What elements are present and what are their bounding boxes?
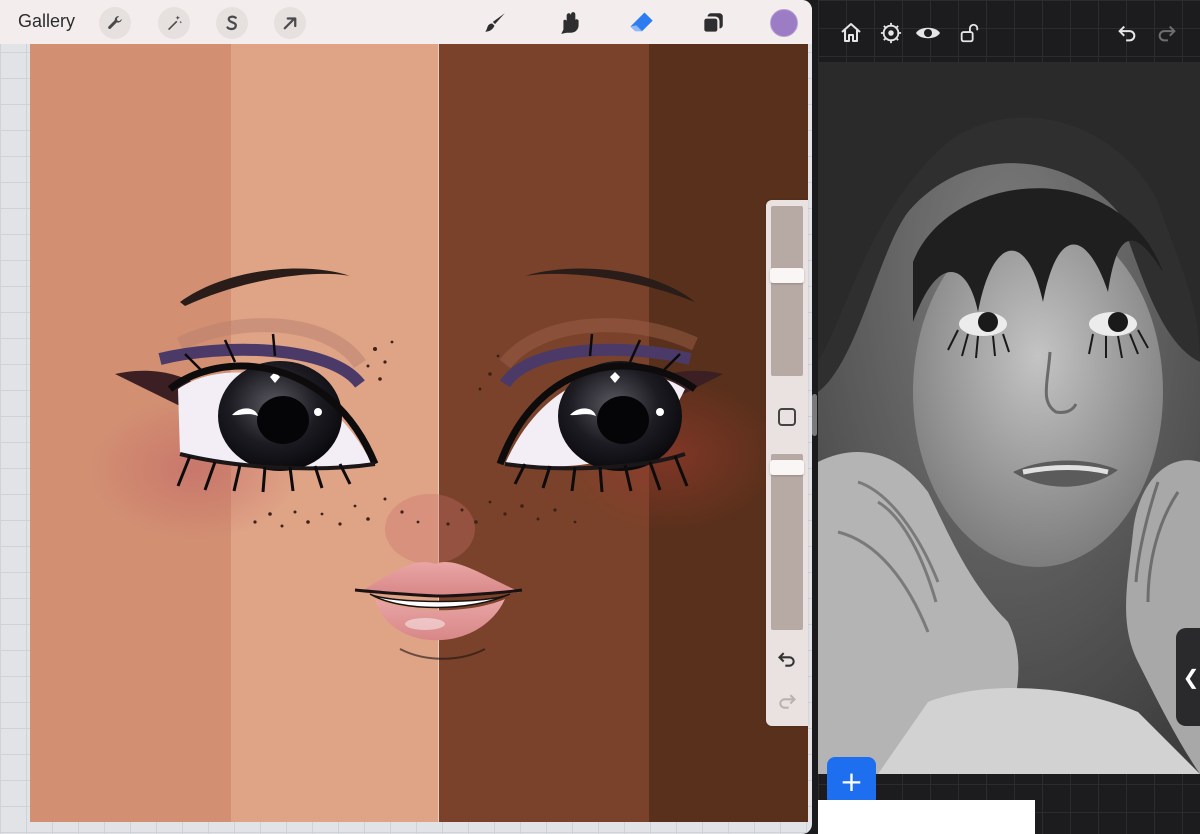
lips — [354, 562, 523, 660]
gallery-button[interactable]: Gallery — [18, 11, 75, 32]
reference-photo[interactable] — [818, 62, 1200, 774]
reference-toolbar — [818, 0, 1200, 62]
current-color-swatch[interactable] — [770, 9, 798, 37]
wrench-icon[interactable] — [99, 7, 131, 39]
procreate-toolbar: Gallery — [0, 0, 812, 44]
chevron-left-icon: ❮ — [1182, 665, 1200, 689]
drawing-canvas[interactable] — [30, 44, 808, 822]
eye-icon[interactable] — [915, 20, 941, 46]
opacity-thumb[interactable] — [770, 460, 804, 476]
collapse-panel-tab[interactable]: ❮ — [1176, 628, 1200, 726]
selection-s-icon[interactable] — [216, 7, 248, 39]
brush-sidebar — [766, 200, 808, 726]
undo-icon[interactable] — [1114, 20, 1140, 46]
eraser-icon[interactable] — [626, 8, 656, 38]
reference-app: + ❮ — [818, 0, 1200, 834]
split-view-handle[interactable] — [812, 394, 817, 436]
transform-arrow-icon[interactable] — [274, 7, 306, 39]
brush-size-thumb[interactable] — [770, 268, 804, 284]
settings-gear-icon[interactable] — [878, 20, 904, 46]
brush-icon[interactable] — [480, 8, 510, 38]
redo-icon[interactable] — [776, 690, 798, 712]
add-button[interactable]: + — [827, 757, 876, 806]
right-eyebrow — [525, 268, 695, 302]
undo-icon[interactable] — [776, 648, 798, 670]
home-icon[interactable] — [838, 20, 864, 46]
add-button-label: + — [839, 764, 864, 798]
procreate-app: Gallery — [0, 0, 812, 834]
opacity-slider[interactable] — [771, 454, 803, 630]
smudge-icon[interactable] — [556, 8, 586, 38]
redo-icon[interactable] — [1154, 20, 1180, 46]
white-panel — [818, 800, 1035, 834]
unlock-icon[interactable] — [956, 20, 982, 46]
brush-size-slider[interactable] — [771, 206, 803, 376]
magic-wand-icon[interactable] — [158, 7, 190, 39]
modify-square-icon[interactable] — [778, 408, 796, 426]
layers-icon[interactable] — [698, 8, 728, 38]
face-illustration — [90, 268, 780, 660]
left-eyebrow — [180, 268, 350, 306]
reference-portrait — [818, 62, 1200, 774]
